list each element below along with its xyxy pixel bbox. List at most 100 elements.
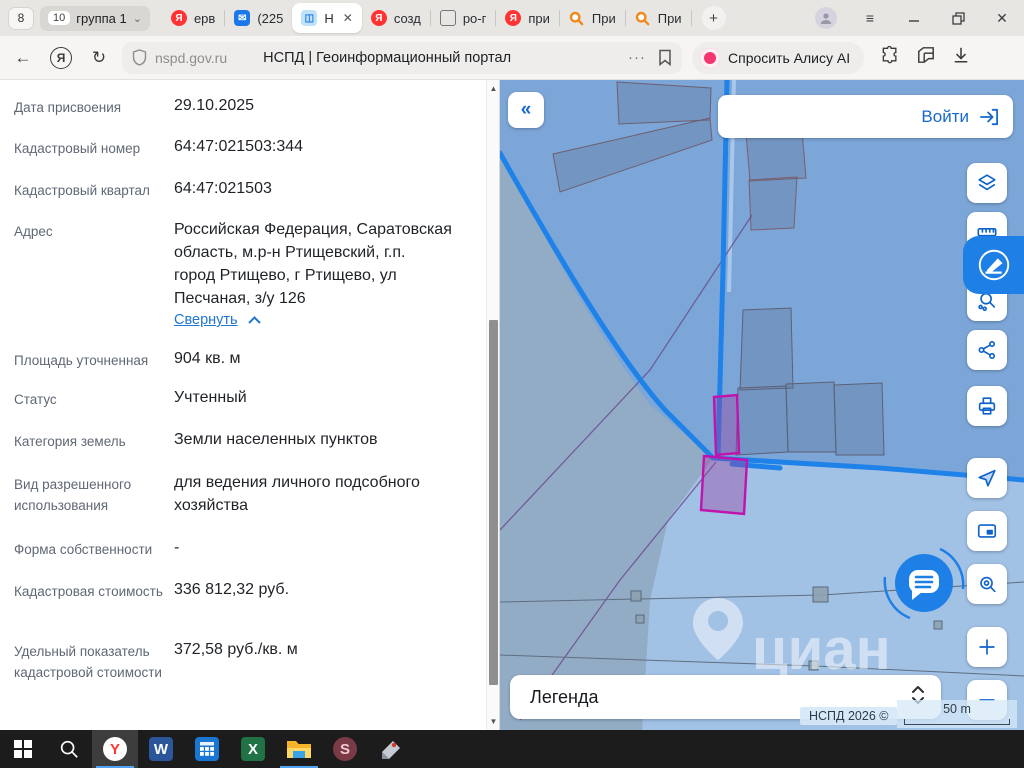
start-button[interactable] (0, 730, 46, 768)
yandex-favicon: Я (370, 10, 387, 26)
restore-window-button[interactable] (936, 0, 980, 36)
field-value: Российская Федерация, Саратовская област… (174, 221, 452, 307)
tab-title: При (591, 10, 616, 26)
taskbar-excel[interactable]: X (230, 730, 276, 768)
sidebar-panels-icon[interactable] (916, 46, 936, 69)
mail-favicon: ✉ (234, 10, 251, 26)
tab-counter-badge[interactable]: 8 (8, 6, 34, 30)
tab-4[interactable]: Я созд (362, 3, 430, 33)
yandex-home-icon[interactable]: Я (50, 46, 72, 69)
tab-6[interactable]: Я при (496, 3, 559, 33)
tab-3-active[interactable]: ◫ Н ✕ (292, 3, 362, 33)
chevron-down-icon: ⌄ (132, 12, 142, 25)
tab-group-chip[interactable]: 10 группа 1 ⌄ (40, 5, 150, 31)
tab-8[interactable]: При (626, 3, 691, 33)
parcel-info-panel: Дата присвоения 29.10.2025 Кадастровый н… (0, 80, 500, 730)
screen: 8 10 группа 1 ⌄ Я ерв ✉ (225 ◫ Н ✕ Я соз… (0, 0, 1024, 768)
tab-divider (690, 10, 692, 26)
tab-group-label: группа 1 (76, 10, 127, 26)
field-label: Дата присвоения (14, 100, 122, 115)
field-value: - (174, 539, 180, 556)
search-favicon (635, 10, 651, 26)
taskbar-skype[interactable]: S (322, 730, 368, 768)
field-value: для ведения личного подсобного хозяйства (174, 474, 420, 514)
tab-title: При (657, 10, 682, 26)
alice-icon (700, 47, 720, 68)
panel-scrollbar[interactable]: ▲ ▼ (486, 80, 499, 730)
tab-title: ро-г (462, 10, 487, 26)
map-copyright: НСПД 2026 © (800, 707, 898, 725)
coordinate-search-button[interactable] (967, 564, 1007, 604)
scrollbar-thumb[interactable] (489, 320, 498, 685)
scale-bracket (904, 719, 1010, 725)
yandex-favicon: Я (505, 10, 522, 26)
tab-title: ерв (193, 10, 216, 26)
tab-title: созд (393, 10, 421, 26)
field-value: Земли населенных пунктов (174, 431, 378, 448)
back-icon[interactable]: ← (6, 48, 40, 68)
field-value: 372,58 руб./кв. м (174, 641, 298, 658)
taskbar-word[interactable]: W (138, 730, 184, 768)
field-label: Кадастровый номер (14, 141, 141, 156)
print-button[interactable] (967, 386, 1007, 426)
chevron-up-icon (247, 316, 261, 324)
field-label: Кадастровый квартал (14, 183, 150, 198)
taskbar-search-button[interactable] (46, 730, 92, 768)
field-label: Категория земель (14, 434, 126, 449)
ask-alice-button[interactable]: Спросить Алису AI (692, 41, 865, 74)
locate-button[interactable] (967, 458, 1007, 498)
document-favicon (439, 10, 456, 26)
tab-title: (225 (257, 10, 284, 26)
tab-1[interactable]: Я ерв (162, 3, 224, 33)
minimize-window-button[interactable] (892, 0, 936, 36)
nspd-favicon: ◫ (301, 10, 318, 26)
share-button[interactable] (967, 330, 1007, 370)
map-viewport[interactable]: циан « Войти Легенда НСПД 2026 © 50 m (500, 80, 1024, 730)
taskbar-calculator[interactable] (184, 730, 230, 768)
downloads-icon[interactable] (952, 46, 970, 69)
taskbar-scanner[interactable] (368, 730, 414, 768)
scroll-down-icon[interactable]: ▼ (489, 717, 498, 726)
field-label: Адрес (14, 224, 53, 239)
shield-icon (132, 49, 147, 66)
field-value: 904 кв. м (174, 350, 241, 367)
login-bar[interactable]: Войти (718, 95, 1013, 138)
close-tab-icon[interactable]: ✕ (343, 11, 353, 25)
field-label: Вид разрешенного использования (14, 477, 132, 513)
avatar[interactable] (804, 0, 848, 36)
more-icon[interactable]: ··· (628, 49, 646, 66)
search-favicon (569, 10, 585, 26)
taskbar-yandex-browser[interactable]: Y (92, 730, 138, 768)
collapse-panel-button[interactable]: « (508, 92, 544, 128)
scroll-up-icon[interactable]: ▲ (489, 84, 498, 93)
tab-5[interactable]: ро-г (431, 3, 496, 33)
minimap-frame-button[interactable] (967, 511, 1007, 551)
svg-text:циан: циан (752, 617, 891, 682)
scale-bar: 50 m (897, 700, 1017, 728)
tab-title: при (528, 10, 550, 26)
nspd-sketch-icon (978, 249, 1009, 281)
collapse-address-link[interactable]: Свернуть (174, 312, 261, 328)
refresh-icon[interactable]: ↻ (82, 48, 116, 68)
new-tab-button[interactable]: + (701, 6, 726, 30)
scale-label: 50 m (943, 702, 971, 716)
field-value: 64:47:021503 (174, 180, 272, 197)
extensions-puzzle-icon[interactable] (880, 45, 900, 70)
bookmark-icon[interactable] (658, 49, 672, 66)
tab-7[interactable]: При (560, 3, 625, 33)
field-label: Статус (14, 392, 57, 407)
login-label[interactable]: Войти (921, 107, 969, 127)
legend-title: Легенда (530, 686, 599, 707)
browser-tab-bar: 8 10 группа 1 ⌄ Я ерв ✉ (225 ◫ Н ✕ Я соз… (0, 0, 1024, 36)
field-label: Удельный показатель кадастровой стоимост… (14, 644, 162, 680)
layers-button[interactable] (967, 163, 1007, 203)
tab-2[interactable]: ✉ (225 (225, 3, 292, 33)
login-icon (980, 108, 998, 125)
field-value: Учтенный (174, 389, 247, 406)
browser-menu-icon[interactable]: ≡ (848, 0, 892, 36)
close-window-button[interactable]: ✕ (980, 0, 1024, 36)
map-tools-badge[interactable] (963, 236, 1024, 294)
taskbar-file-explorer[interactable] (276, 730, 322, 768)
url-field[interactable]: nspd.gov.ru НСПД | Геоинформационный пор… (122, 41, 682, 74)
zoom-in-button[interactable] (967, 627, 1007, 667)
